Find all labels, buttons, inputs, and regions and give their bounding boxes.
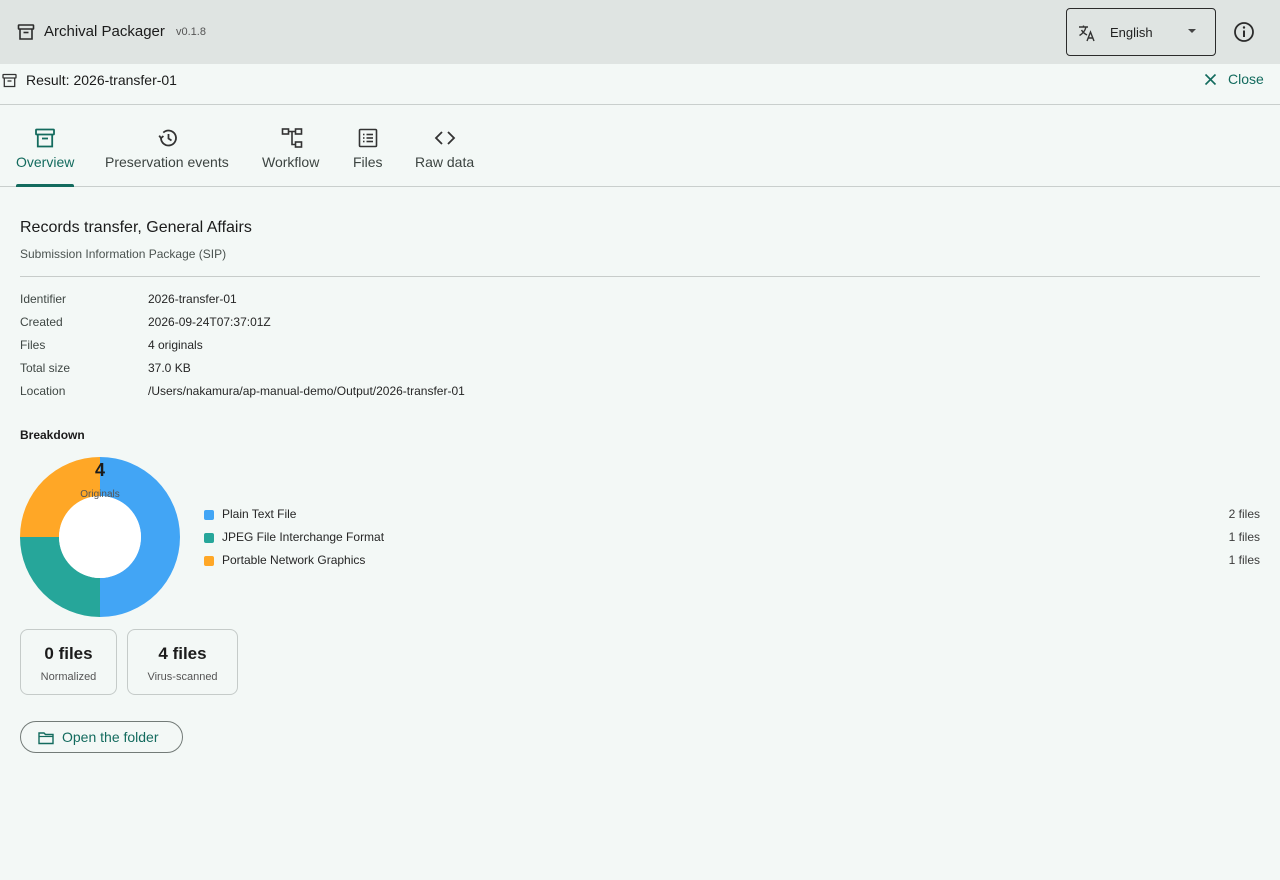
metadata-value: 37.0 KB [148, 361, 191, 375]
archive-icon [17, 24, 35, 40]
open-folder-button[interactable]: Open the folder [20, 721, 183, 753]
tab-raw-data[interactable]: Raw data [415, 105, 475, 187]
code-icon [434, 131, 456, 145]
language-select[interactable]: English [1066, 8, 1216, 56]
metadata-key: Location [20, 384, 66, 398]
archive-icon [35, 128, 55, 148]
legend-count: 2 files [1228, 507, 1260, 521]
metadata-value: 4 originals [148, 338, 203, 352]
legend-label: JPEG File Interchange Format [222, 530, 385, 544]
stat-card-normalized: 0 files Normalized [20, 629, 117, 695]
metadata-value: 2026-09-24T07:37:01Z [148, 315, 271, 329]
tab-preservation-events[interactable]: Preservation events [105, 105, 231, 187]
app-title: Archival Packager [44, 23, 165, 40]
stat-value: 4 files [158, 644, 207, 663]
result-title: Result: 2026-transfer-01 [26, 72, 177, 88]
stat-label: Normalized [40, 671, 97, 683]
legend-item: JPEG File Interchange Format 1 files [204, 530, 1260, 548]
tab-label: Overview [16, 154, 75, 170]
tab-workflow[interactable]: Workflow [262, 105, 322, 187]
stat-card-virus-scanned: 4 files Virus-scanned [127, 629, 238, 695]
history-icon [158, 129, 177, 147]
info-icon[interactable] [1232, 20, 1256, 44]
tab-label: Raw data [415, 154, 475, 170]
close-label: Close [1228, 71, 1264, 87]
open-folder-label: Open the folder [62, 729, 159, 745]
legend-item: Plain Text File 2 files [204, 507, 1260, 525]
list-icon [358, 128, 378, 148]
app-bar: Archival Packager v0.1.8 English [0, 0, 1280, 64]
caret-down-icon [1188, 29, 1196, 33]
tab-label: Preservation events [105, 154, 229, 170]
metadata-value: /Users/nakamura/ap-manual-demo/Output/20… [148, 384, 465, 398]
tab-overview[interactable]: Overview [16, 105, 74, 187]
legend-swatch [204, 510, 214, 520]
donut-hole [59, 496, 141, 578]
package-type: Submission Information Package (SIP) [20, 247, 227, 261]
metadata-key: Identifier [20, 292, 67, 306]
tab-bar: Overview Preservation events Workflow Fi… [0, 105, 1280, 187]
result-header: Result: 2026-transfer-01 Close [0, 64, 1280, 105]
divider [20, 276, 1260, 277]
close-icon [1204, 73, 1217, 86]
folder-icon [38, 732, 54, 745]
legend-count: 1 files [1228, 530, 1260, 544]
app-version: v0.1.8 [176, 26, 206, 38]
active-tab-indicator [16, 184, 74, 187]
donut-caption: Originals [80, 489, 120, 500]
translate-icon [1079, 25, 1095, 42]
workflow-icon [281, 128, 303, 148]
breakdown-title: Breakdown [20, 428, 85, 442]
legend-item: Portable Network Graphics 1 files [204, 553, 1260, 571]
metadata-value: 2026-transfer-01 [148, 292, 237, 306]
legend-count: 1 files [1228, 553, 1260, 567]
package-title: Records transfer, General Affairs [20, 219, 252, 236]
legend-swatch [204, 533, 214, 543]
legend-label: Portable Network Graphics [222, 553, 366, 567]
legend-label: Plain Text File [222, 507, 297, 521]
stat-value: 0 files [44, 644, 93, 663]
archive-icon [2, 73, 17, 88]
metadata-key: Files [20, 338, 46, 352]
metadata-key: Created [20, 315, 63, 329]
breakdown-donut-chart [20, 457, 180, 617]
close-button[interactable]: Close [1200, 70, 1270, 90]
tab-label: Files [353, 154, 383, 170]
legend-swatch [204, 556, 214, 566]
stat-label: Virus-scanned [147, 671, 218, 683]
tab-label: Workflow [262, 154, 320, 170]
metadata-key: Total size [20, 361, 71, 375]
donut-total: 4 [94, 460, 105, 480]
tab-files[interactable]: Files [353, 105, 384, 187]
language-value: English [1110, 25, 1153, 40]
